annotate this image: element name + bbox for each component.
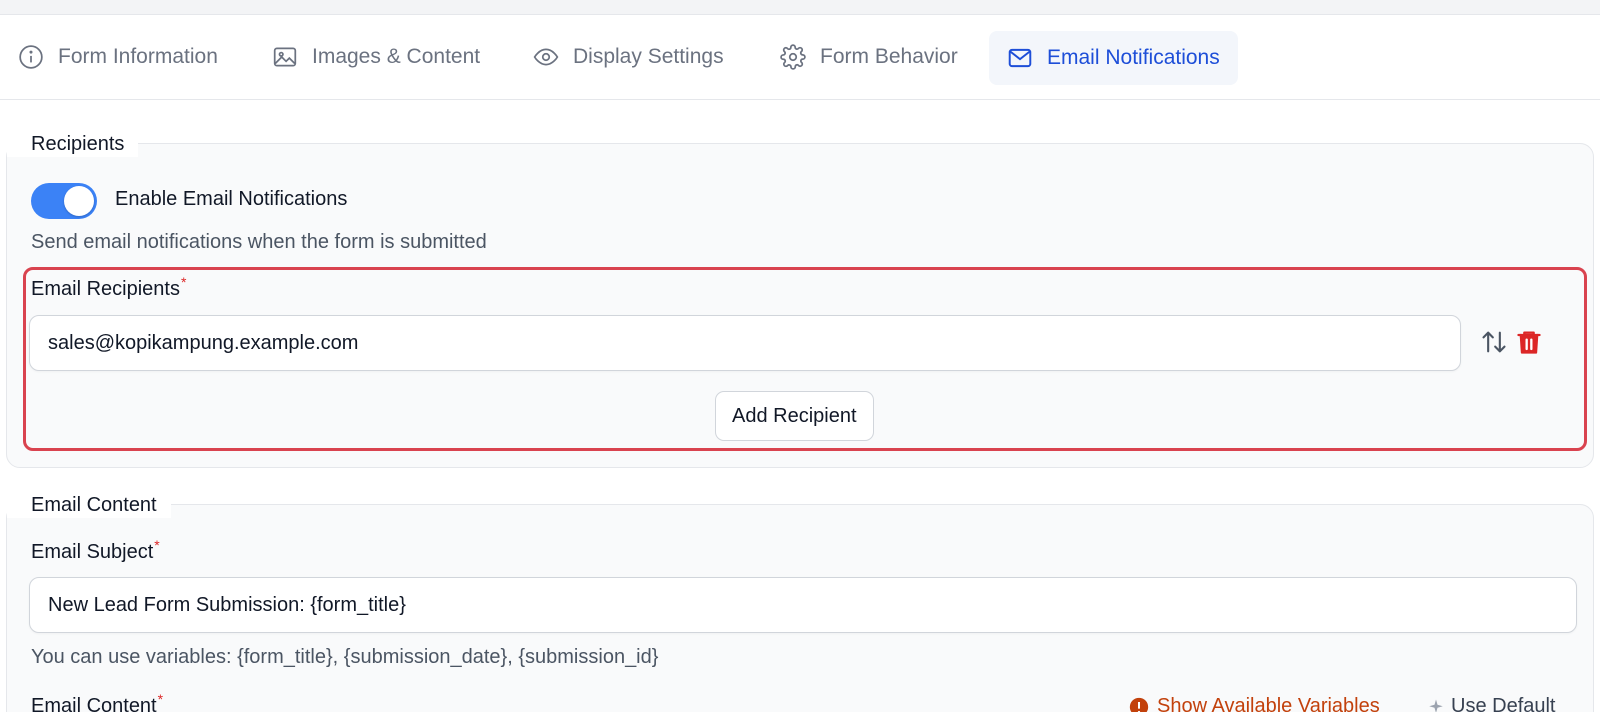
info-icon xyxy=(19,45,43,69)
image-icon xyxy=(273,47,297,67)
toggle-help-text: Send email notifications when the form i… xyxy=(31,231,487,253)
label-text: Email Subject xyxy=(31,541,154,563)
label-text: Email Content xyxy=(31,695,157,712)
email-subject-label: Email Subject* xyxy=(31,537,160,564)
tab-form-information[interactable]: Form Information xyxy=(18,30,218,84)
section-legend: Recipients xyxy=(7,131,139,157)
top-strip xyxy=(0,0,1600,15)
eye-icon xyxy=(533,48,559,66)
tab-display-settings[interactable]: Display Settings xyxy=(533,30,724,84)
gear-icon xyxy=(780,44,806,70)
tab-label: Images & Content xyxy=(312,45,481,68)
email-content-label: Email Content* xyxy=(31,691,163,712)
tab-label: Form Information xyxy=(58,45,218,68)
tab-images-content[interactable]: Images & Content xyxy=(272,30,480,84)
tab-label: Form Behavior xyxy=(820,45,958,68)
trash-icon[interactable] xyxy=(1514,327,1544,357)
reorder-icon[interactable] xyxy=(1479,327,1509,357)
use-default-label: Use Default xyxy=(1451,695,1556,712)
mail-icon xyxy=(1008,48,1032,68)
label-text: Email Recipients xyxy=(31,278,180,300)
recipient-email-input[interactable]: sales@kopikampung.example.com xyxy=(29,315,1461,371)
toggle-label: Enable Email Notifications xyxy=(115,188,348,210)
sparkle-icon xyxy=(1429,699,1443,712)
toggle-knob xyxy=(64,186,94,216)
email-content-section: Email Content Email Subject* New Lead Fo… xyxy=(6,492,1594,712)
recipients-section: Recipients Enable Email Notifications Se… xyxy=(6,131,1594,468)
tab-bar: Form Information Images & Content Displa… xyxy=(0,15,1600,100)
show-variables-link[interactable]: Show Available Variables xyxy=(1129,695,1380,712)
tab-email-notifications[interactable]: Email Notifications xyxy=(989,31,1238,85)
enable-notifications-toggle[interactable] xyxy=(31,183,97,219)
email-subject-input[interactable]: New Lead Form Submission: {form_title} xyxy=(29,577,1577,633)
email-recipients-label: Email Recipients* xyxy=(31,274,186,301)
required-mark: * xyxy=(154,537,160,553)
required-mark: * xyxy=(157,691,164,707)
alert-circle-icon xyxy=(1129,697,1149,712)
tab-label: Email Notifications xyxy=(1047,46,1220,69)
tab-form-behavior[interactable]: Form Behavior xyxy=(780,30,958,84)
tab-label: Display Settings xyxy=(573,45,724,68)
section-legend: Email Content xyxy=(7,492,171,518)
required-mark: * xyxy=(180,274,187,290)
add-recipient-button[interactable]: Add Recipient xyxy=(715,391,874,441)
subject-help-text: You can use variables: {form_title}, {su… xyxy=(31,646,659,668)
use-default-link[interactable]: Use Default xyxy=(1427,695,1556,712)
show-variables-label: Show Available Variables xyxy=(1157,695,1380,712)
